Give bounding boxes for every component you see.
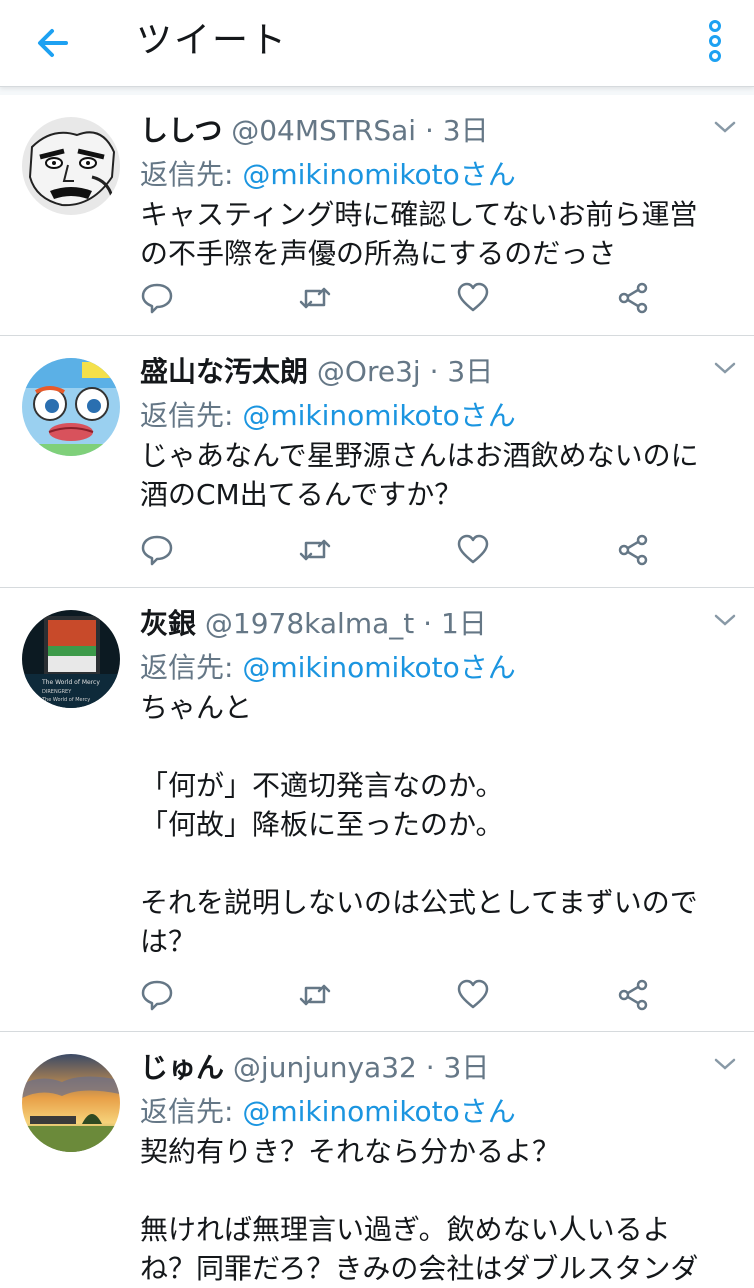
- display-name[interactable]: 灰銀: [140, 607, 196, 640]
- display-name[interactable]: ししつ: [140, 114, 222, 147]
- share-icon[interactable]: [616, 281, 650, 315]
- avatar[interactable]: The World of Mercy DIRENGREY The World o…: [22, 610, 120, 708]
- avatar[interactable]: [22, 117, 120, 215]
- tweet-actions: [140, 281, 660, 321]
- tweet-header: じゅん @junjunya32 · 3日: [140, 1046, 489, 1090]
- back-arrow-icon[interactable]: [30, 20, 80, 66]
- tweet-text-line: の不手際を声優の所為にするのだっさ: [140, 237, 617, 270]
- tweet-text-line: キャスティング時に確認してないお前ら運営: [140, 198, 698, 231]
- chevron-down-icon[interactable]: [712, 610, 738, 630]
- reply-icon[interactable]: [140, 978, 174, 1012]
- mention-link[interactable]: @mikinomikotoさん: [242, 158, 515, 191]
- tweet-text-line: 契約有りき？それなら分かるよ？: [140, 1135, 561, 1168]
- like-heart-icon[interactable]: [456, 533, 490, 567]
- mention-link[interactable]: @mikinomikotoさん: [242, 399, 515, 432]
- like-heart-icon[interactable]: [456, 281, 490, 315]
- separator: ·: [429, 355, 439, 388]
- timestamp[interactable]: 3日: [447, 355, 493, 388]
- avatar[interactable]: [22, 358, 120, 456]
- reply-icon[interactable]: [140, 281, 174, 315]
- user-handle[interactable]: @1978kalma_t: [205, 607, 414, 640]
- tweet-header: 盛山な汚太朗 @Ore3j · 3日: [140, 350, 493, 394]
- separator: ·: [423, 607, 433, 640]
- more-options-icon[interactable]: [700, 18, 730, 66]
- display-name[interactable]: 盛山な汚太朗: [140, 355, 308, 388]
- share-icon[interactable]: [616, 533, 650, 567]
- tweet-item[interactable]: 盛山な汚太朗 @Ore3j · 3日 返信先: @mikinomikotoさん …: [0, 336, 754, 588]
- share-icon[interactable]: [616, 978, 650, 1012]
- tweet-text: キャスティング時に確認してないお前ら運営 の不手際を声優の所為にするのだっさ: [140, 195, 740, 273]
- avatar-caption: The World of Mercy: [41, 679, 100, 686]
- reply-prefix: 返信先:: [140, 1095, 234, 1128]
- user-handle[interactable]: @Ore3j: [317, 355, 421, 388]
- reply-context: 返信先: @mikinomikotoさん: [140, 1090, 516, 1134]
- tweet-text: ちゃんと 「何が」不適切発言なのか。 「何故」降板に至ったのか。 それを説明しな…: [140, 688, 740, 961]
- reply-context: 返信先: @mikinomikotoさん: [140, 153, 516, 197]
- tweet-text-line: じゃあなんで星野源さんはお酒飲めないのに: [140, 439, 699, 472]
- tweet-actions: [140, 978, 660, 1018]
- retweet-icon[interactable]: [298, 978, 332, 1012]
- separator: ·: [424, 114, 434, 147]
- retweet-icon[interactable]: [298, 533, 332, 567]
- tweet-text-line: ね？同罪だろ？きみの会社はダブルスタンダ: [140, 1252, 699, 1285]
- reply-prefix: 返信先:: [140, 158, 234, 191]
- chevron-down-icon[interactable]: [712, 117, 738, 137]
- separator: ·: [425, 1051, 435, 1084]
- tweet-item[interactable]: The World of Mercy DIRENGREY The World o…: [0, 588, 754, 1032]
- reply-prefix: 返信先:: [140, 651, 234, 684]
- tweet-header: 灰銀 @1978kalma_t · 1日: [140, 602, 487, 646]
- tweet-text: じゃあなんで星野源さんはお酒飲めないのに 酒のCM出てるんですか？: [140, 436, 740, 514]
- user-handle[interactable]: @junjunya32: [233, 1051, 417, 1084]
- tweet-text-line: 無ければ無理言い過ぎ。飲めない人いるよ: [140, 1213, 671, 1246]
- display-name[interactable]: じゅん: [140, 1051, 224, 1084]
- tweet-text-line: 酒のCM出てるんですか？: [140, 478, 463, 511]
- tweet-actions: [140, 533, 660, 573]
- mention-link[interactable]: @mikinomikotoさん: [242, 651, 515, 684]
- chevron-down-icon[interactable]: [712, 358, 738, 378]
- retweet-icon[interactable]: [298, 281, 332, 315]
- tweet-item[interactable]: ししつ @04MSTRSai · 3日 返信先: @mikinomikotoさん…: [0, 95, 754, 336]
- user-handle[interactable]: @04MSTRSai: [231, 114, 416, 147]
- reply-prefix: 返信先:: [140, 399, 234, 432]
- chevron-down-icon[interactable]: [712, 1054, 738, 1074]
- tweet-text-line: 「何が」不適切発言なのか。: [140, 769, 504, 802]
- avatar-caption: The World of Mercy: [41, 697, 90, 703]
- tweet-text-line: [140, 844, 740, 883]
- header-shadow: [0, 87, 754, 95]
- timestamp[interactable]: 1日: [441, 607, 487, 640]
- avatar[interactable]: [22, 1054, 120, 1152]
- like-heart-icon[interactable]: [456, 978, 490, 1012]
- tweet-text-line: [140, 1171, 740, 1210]
- avatar-caption: DIRENGREY: [42, 689, 72, 695]
- tweet-text-line: は？: [140, 925, 197, 958]
- mention-link[interactable]: @mikinomikotoさん: [242, 1095, 515, 1128]
- tweet-item[interactable]: じゅん @junjunya32 · 3日 返信先: @mikinomikotoさ…: [0, 1032, 754, 1285]
- top-app-bar: ツイート: [0, 0, 754, 87]
- reply-context: 返信先: @mikinomikotoさん: [140, 646, 516, 690]
- tweet-text: 契約有りき？それなら分かるよ？ 無ければ無理言い過ぎ。飲めない人いるよ ね？同罪…: [140, 1132, 740, 1288]
- timestamp[interactable]: 3日: [443, 114, 489, 147]
- page-title: ツイート: [136, 20, 289, 61]
- tweet-text-line: [140, 727, 740, 766]
- tweet-text-line: 「何故」降板に至ったのか。: [140, 808, 504, 841]
- reply-context: 返信先: @mikinomikotoさん: [140, 394, 516, 438]
- reply-icon[interactable]: [140, 533, 174, 567]
- tweet-text-line: それを説明しないのは公式としてまずいので: [140, 886, 698, 919]
- timestamp[interactable]: 3日: [444, 1051, 490, 1084]
- tweet-header: ししつ @04MSTRSai · 3日: [140, 109, 489, 153]
- tweet-text-line: ちゃんと: [140, 691, 253, 724]
